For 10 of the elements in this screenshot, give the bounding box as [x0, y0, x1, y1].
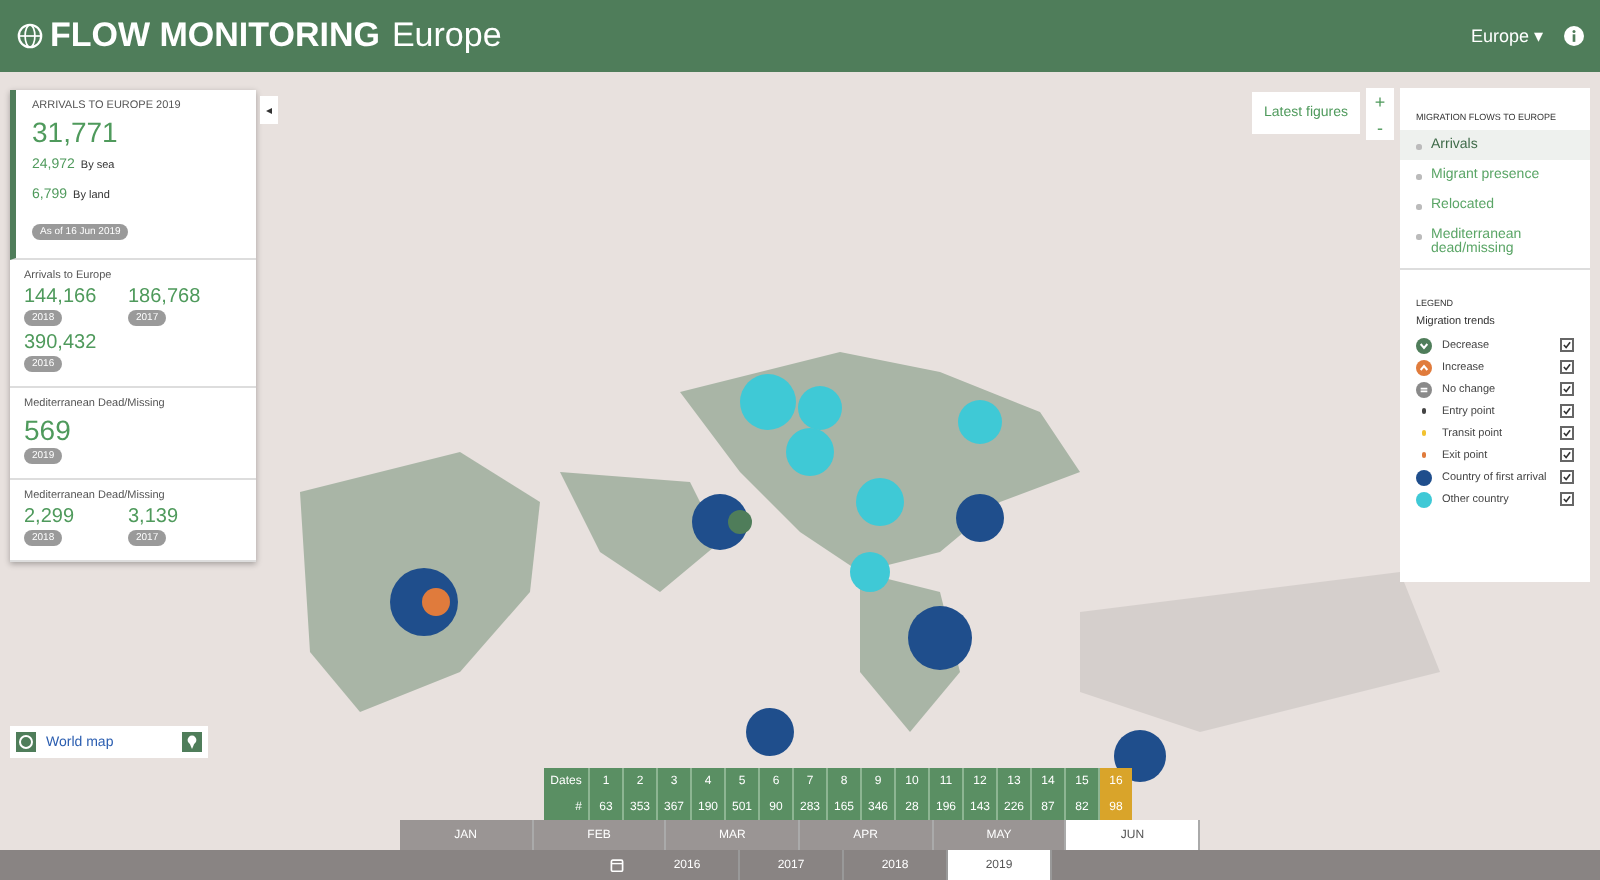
region-title: Europe [391, 16, 502, 56]
figure-value: 144,166 [24, 286, 97, 308]
figure-value: 390,432 [24, 332, 97, 354]
region-dropdown[interactable]: Europe ▾ [1470, 26, 1544, 46]
total-value: 31,771 [32, 116, 120, 148]
figure-value: 569 [24, 414, 71, 446]
figure-value: 3,139 [128, 506, 179, 528]
app-title: FLOW MONITORING [50, 16, 380, 56]
figure-value: 186,768 [128, 286, 201, 308]
figure-value: 2,299 [24, 506, 75, 528]
